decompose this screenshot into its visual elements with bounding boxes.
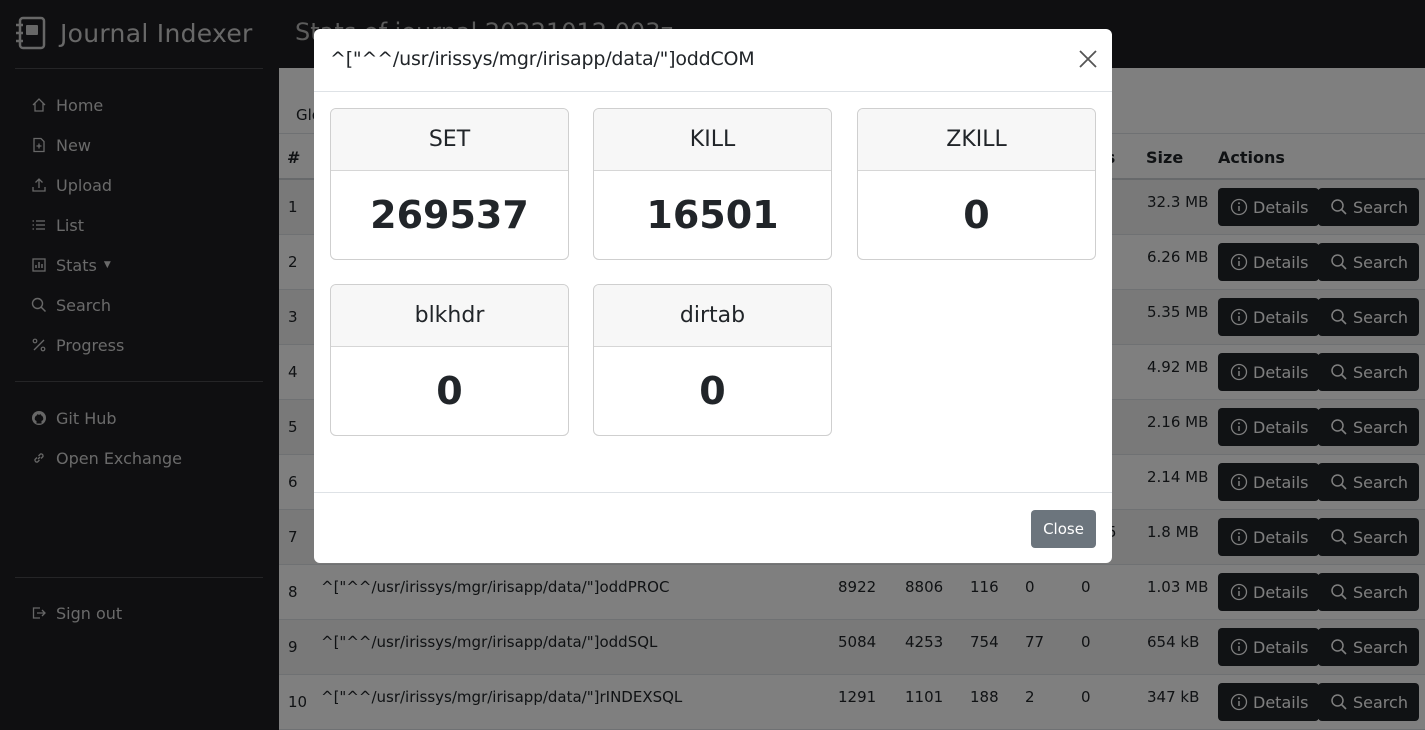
modal-title: ^["^^/usr/irissys/mgr/irisapp/data/"]odd… [330,48,755,70]
stat-value: 0 [436,369,463,413]
stat-value: 0 [963,193,990,237]
close-icon[interactable] [1078,49,1098,69]
close-button[interactable]: Close [1031,510,1096,548]
stat-label: KILL [594,109,831,171]
stat-label: dirtab [594,285,831,347]
stat-card-zkill: ZKILL 0 [857,108,1096,260]
modal-footer: Close [314,492,1112,563]
stat-card-set: SET 269537 [330,108,569,260]
stat-value: 0 [699,369,726,413]
stat-card-kill: KILL 16501 [593,108,832,260]
stat-value: 269537 [370,193,529,237]
global-stats-modal: ^["^^/usr/irissys/mgr/irisapp/data/"]odd… [314,29,1112,563]
stat-card-blkhdr: blkhdr 0 [330,284,569,436]
modal-header: ^["^^/usr/irissys/mgr/irisapp/data/"]odd… [314,29,1112,92]
stat-label: blkhdr [331,285,568,347]
stat-label: SET [331,109,568,171]
stat-value: 16501 [646,193,779,237]
stat-label: ZKILL [858,109,1095,171]
stat-card-dirtab: dirtab 0 [593,284,832,436]
